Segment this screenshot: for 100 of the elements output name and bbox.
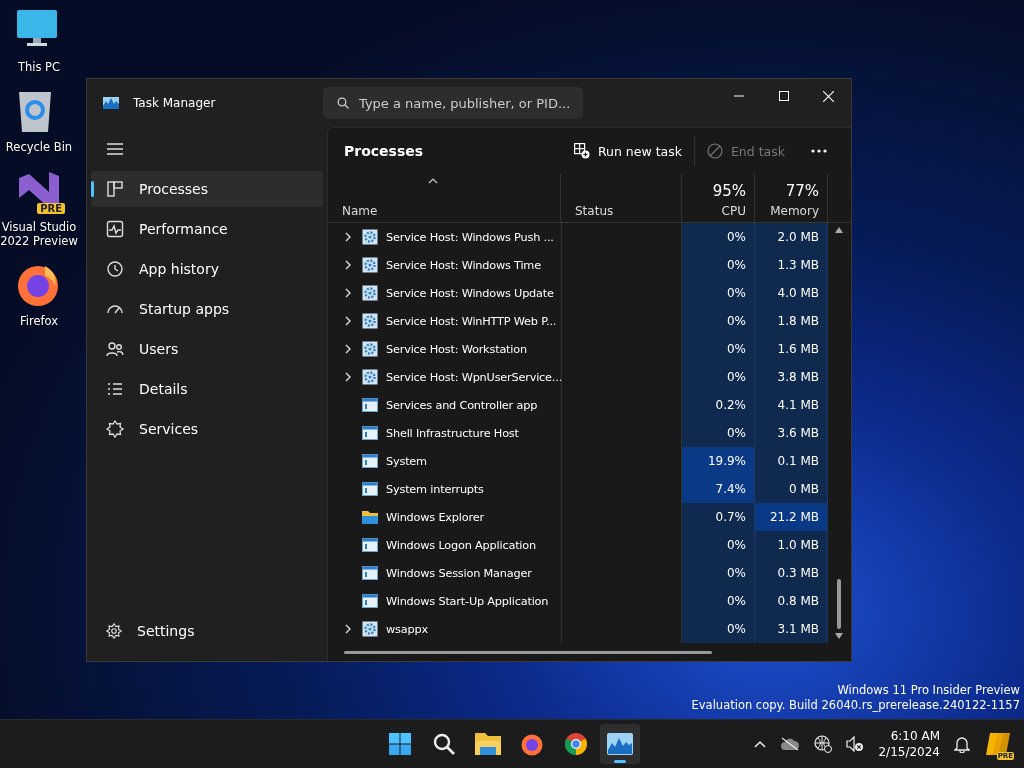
process-name: Windows Logon Application: [386, 538, 536, 552]
memory-cell: 1.0 MB: [755, 531, 828, 559]
process-name: Service Host: Windows Time: [386, 258, 541, 272]
process-name: Windows Start-Up Application: [386, 594, 549, 608]
cpu-cell: 0%: [682, 335, 755, 363]
watermark-text: Evaluation copy. Build 26040.rs_prerelease.240122-1157: [691, 698, 1020, 713]
process-name: Services and Controller app: [386, 398, 538, 412]
cpu-cell: 0%: [682, 587, 755, 615]
prohibited-icon: [706, 143, 723, 159]
column-header[interactable]: CPU: [721, 204, 746, 218]
window-icon: [362, 454, 378, 468]
gear-icon: [362, 313, 378, 329]
cpu-cell: 0.2%: [682, 391, 755, 419]
memory-cell: 3.8 MB: [755, 363, 828, 391]
process-name: Service Host: Workstation: [386, 342, 527, 356]
gear-icon: [362, 285, 378, 301]
memory-cell: 3.6 MB: [755, 419, 828, 447]
cpu-cell: 0%: [682, 223, 755, 251]
nav-item[interactable]: Details: [91, 371, 323, 407]
taskbar-button[interactable]: [600, 724, 640, 764]
preview-badge: PRE: [37, 203, 65, 214]
cpu-cell: 0%: [682, 251, 755, 279]
memory-cell: 0.1 MB: [755, 447, 828, 475]
maximize-icon: [778, 91, 789, 101]
column-header[interactable]: Memory: [770, 204, 819, 218]
window-icon: [362, 566, 378, 580]
window-title: Task Manager: [133, 96, 216, 110]
desktop-icon-label[interactable]: Visual Studio 2022 Preview: [0, 220, 78, 248]
windows-logo-icon: [388, 732, 412, 756]
horizontal-scrollbar[interactable]: [344, 650, 712, 654]
new-task-icon: [573, 143, 590, 159]
run-new-task-button[interactable]: Run new task: [561, 135, 694, 167]
copilot-icon[interactable]: [984, 730, 1012, 758]
nav-item[interactable]: App history: [91, 251, 323, 287]
history-icon: [105, 259, 125, 279]
cpu-cell: 0%: [682, 307, 755, 335]
process-name: Windows Session Manager: [386, 566, 532, 580]
process-name: Service Host: Windows Push ...: [386, 230, 554, 244]
memory-cell: 3.1 MB: [755, 615, 828, 643]
cpu-cell: 0%: [682, 363, 755, 391]
cpu-cell: 0%: [682, 419, 755, 447]
column-header[interactable]: Name: [328, 174, 561, 222]
scroll-down-arrow-icon[interactable]: [835, 633, 843, 639]
nav-item[interactable]: Users: [91, 331, 323, 367]
memory-cell: 21.2 MB: [755, 503, 828, 531]
scroll-up-arrow-icon[interactable]: [835, 227, 843, 233]
menu-icon: [107, 143, 123, 155]
cpu-cell: 0%: [682, 615, 755, 643]
cpu-total: 95%: [712, 182, 746, 200]
app-icon: [103, 97, 119, 109]
watermark-text: Windows 11 Pro Insider Preview: [836, 683, 1020, 698]
chrome-icon: [564, 732, 588, 756]
cpu-cell: 0%: [682, 279, 755, 307]
scrollbar-thumb[interactable]: [837, 579, 841, 629]
users-icon: [105, 339, 125, 359]
close-icon: [823, 90, 834, 102]
memory-cell: 1.8 MB: [755, 307, 828, 335]
gear-icon: [362, 257, 378, 273]
memory-cell: 0.3 MB: [755, 559, 828, 587]
task-manager-icon: [607, 733, 633, 755]
cpu-cell: 0%: [682, 559, 755, 587]
gear-icon: [362, 229, 378, 245]
column-header[interactable]: Status: [561, 174, 682, 222]
folder-icon: [475, 733, 501, 755]
window-icon: [362, 426, 378, 440]
desktop-icon-label[interactable]: Recycle Bin: [5, 140, 73, 154]
cpu-cell: 7.4%: [682, 475, 755, 503]
window-icon: [362, 538, 378, 552]
desktop-icon-label[interactable]: Firefox: [19, 314, 59, 328]
cpu-cell: 0%: [682, 531, 755, 559]
process-name: Service Host: WinHTTP Web P...: [386, 314, 557, 328]
chevron-up-icon[interactable]: [754, 740, 767, 748]
cloud-icon[interactable]: [780, 737, 801, 751]
volume-muted-icon[interactable]: [846, 736, 865, 752]
desktop-icon-label[interactable]: This PC: [17, 60, 61, 74]
settings-item[interactable]: Settings: [91, 613, 323, 649]
window-icon: [362, 482, 378, 496]
memory-cell: 0 MB: [755, 475, 828, 503]
process-name: Windows Explorer: [386, 510, 484, 524]
nav-item[interactable]: Performance: [91, 211, 323, 247]
bell-icon[interactable]: [954, 735, 970, 753]
nav-item[interactable]: Services: [91, 411, 323, 447]
window-icon: [362, 398, 378, 412]
clock[interactable]: 6:10 AM 2/15/2024: [878, 728, 940, 760]
memory-total: 77%: [785, 182, 819, 200]
nav-item[interactable]: Processes: [91, 171, 323, 207]
cpu-cell: 19.9%: [682, 447, 755, 475]
process-name: wsappx: [386, 622, 428, 636]
services-icon: [105, 419, 125, 439]
search-field[interactable]: Type a name, publisher, or PID...: [323, 87, 583, 119]
nav-item[interactable]: Startup apps: [91, 291, 323, 327]
more-icon: [811, 149, 827, 153]
memory-cell: 2.0 MB: [755, 223, 828, 251]
memory-cell: 1.3 MB: [755, 251, 828, 279]
gear-icon: [362, 621, 378, 637]
monitor-icon: [15, 8, 59, 48]
gear-icon: [362, 369, 378, 385]
settings-icon: [105, 622, 123, 640]
folder-icon: [362, 510, 378, 524]
globe-icon[interactable]: [814, 735, 833, 753]
